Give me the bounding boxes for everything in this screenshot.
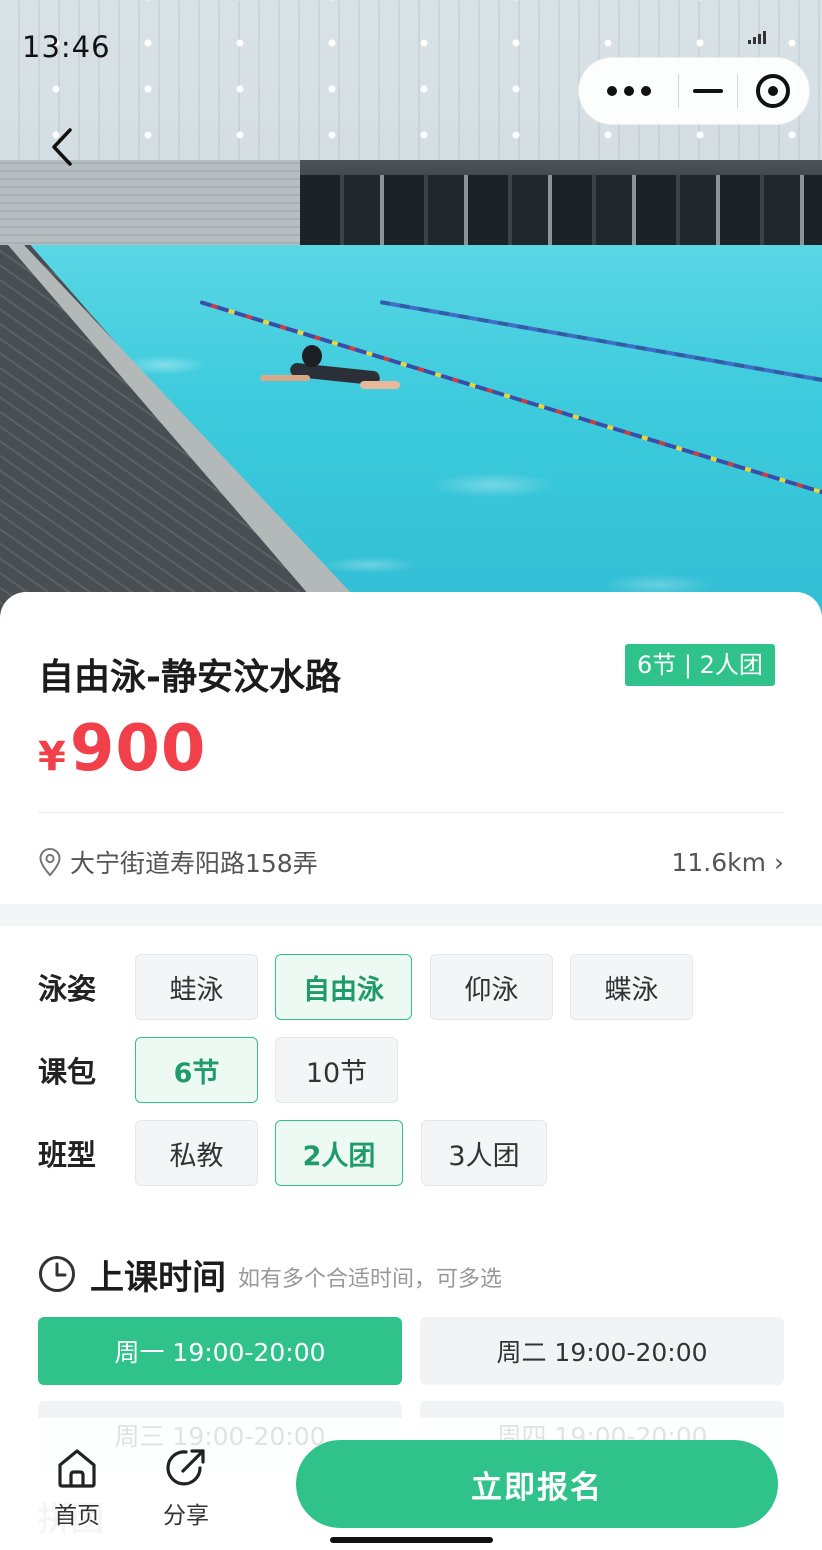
- chip-stroke-freestyle[interactable]: 自由泳: [275, 954, 412, 1020]
- chip-stroke-breaststroke[interactable]: 蛙泳: [135, 954, 258, 1020]
- stroke-label: 泳姿: [38, 972, 97, 1006]
- nav-share-label: 分享: [163, 1503, 209, 1529]
- back-chevron-icon: [52, 128, 72, 166]
- chip-stroke-backstroke[interactable]: 仰泳: [430, 954, 553, 1020]
- price: ¥ 900: [38, 712, 206, 786]
- home-indicator: [330, 1537, 493, 1543]
- divider: [38, 812, 784, 813]
- package-label: 课包: [38, 1055, 97, 1089]
- nav-share[interactable]: 分享: [146, 1446, 226, 1530]
- chip-class-3-person[interactable]: 3人团: [421, 1120, 547, 1186]
- more-icon: [606, 86, 651, 96]
- chip-stroke-butterfly[interactable]: 蝶泳: [570, 954, 693, 1020]
- course-tag: 6节 | 2人团: [625, 644, 775, 686]
- schedule-header: 上课时间 如有多个合适时间，可多选: [38, 1250, 502, 1298]
- chip-package-10[interactable]: 10节: [275, 1037, 398, 1103]
- enroll-now-button[interactable]: 立即报名: [296, 1440, 778, 1528]
- miniprogram-capsule: [578, 57, 810, 125]
- share-icon: [166, 1449, 205, 1486]
- clock-icon: [39, 1256, 75, 1292]
- chip-package-6[interactable]: 6节: [135, 1037, 258, 1103]
- status-time: 13:46: [22, 30, 111, 64]
- nav-home[interactable]: 首页: [37, 1446, 117, 1530]
- more-button[interactable]: [579, 58, 678, 124]
- schedule-hint: 如有多个合适时间，可多选: [238, 1267, 503, 1292]
- course-title: 自由泳-静安汶水路: [38, 657, 341, 698]
- chip-class-private[interactable]: 私教: [135, 1120, 258, 1186]
- back-button[interactable]: [38, 122, 86, 172]
- time-slot[interactable]: 周二 19:00-20:00: [420, 1317, 784, 1385]
- location-pin-icon: [39, 847, 61, 877]
- swimmer: [260, 345, 400, 389]
- schedule-title: 上课时间: [90, 1257, 226, 1298]
- left-wall: [0, 160, 300, 250]
- chip-class-2-person[interactable]: 2人团: [275, 1120, 403, 1186]
- distance-text: 11.6km: [671, 847, 767, 877]
- chevron-right-icon: ›: [774, 847, 784, 877]
- location-row[interactable]: 大宁街道寿阳路158弄 11.6km ›: [38, 840, 784, 884]
- currency-symbol: ¥: [38, 734, 66, 780]
- signal-icon: [748, 28, 768, 44]
- close-button[interactable]: [738, 58, 809, 124]
- class-type-label: 班型: [38, 1138, 97, 1172]
- close-target-icon: [756, 74, 791, 108]
- time-slot[interactable]: 周一 19:00-20:00: [38, 1317, 402, 1385]
- price-amount: 900: [69, 712, 207, 786]
- minimize-button[interactable]: [679, 58, 737, 124]
- address-text: 大宁街道寿阳路158弄: [70, 849, 318, 878]
- home-icon: [58, 1449, 96, 1488]
- minimize-icon: [692, 89, 723, 93]
- nav-home-label: 首页: [54, 1503, 100, 1529]
